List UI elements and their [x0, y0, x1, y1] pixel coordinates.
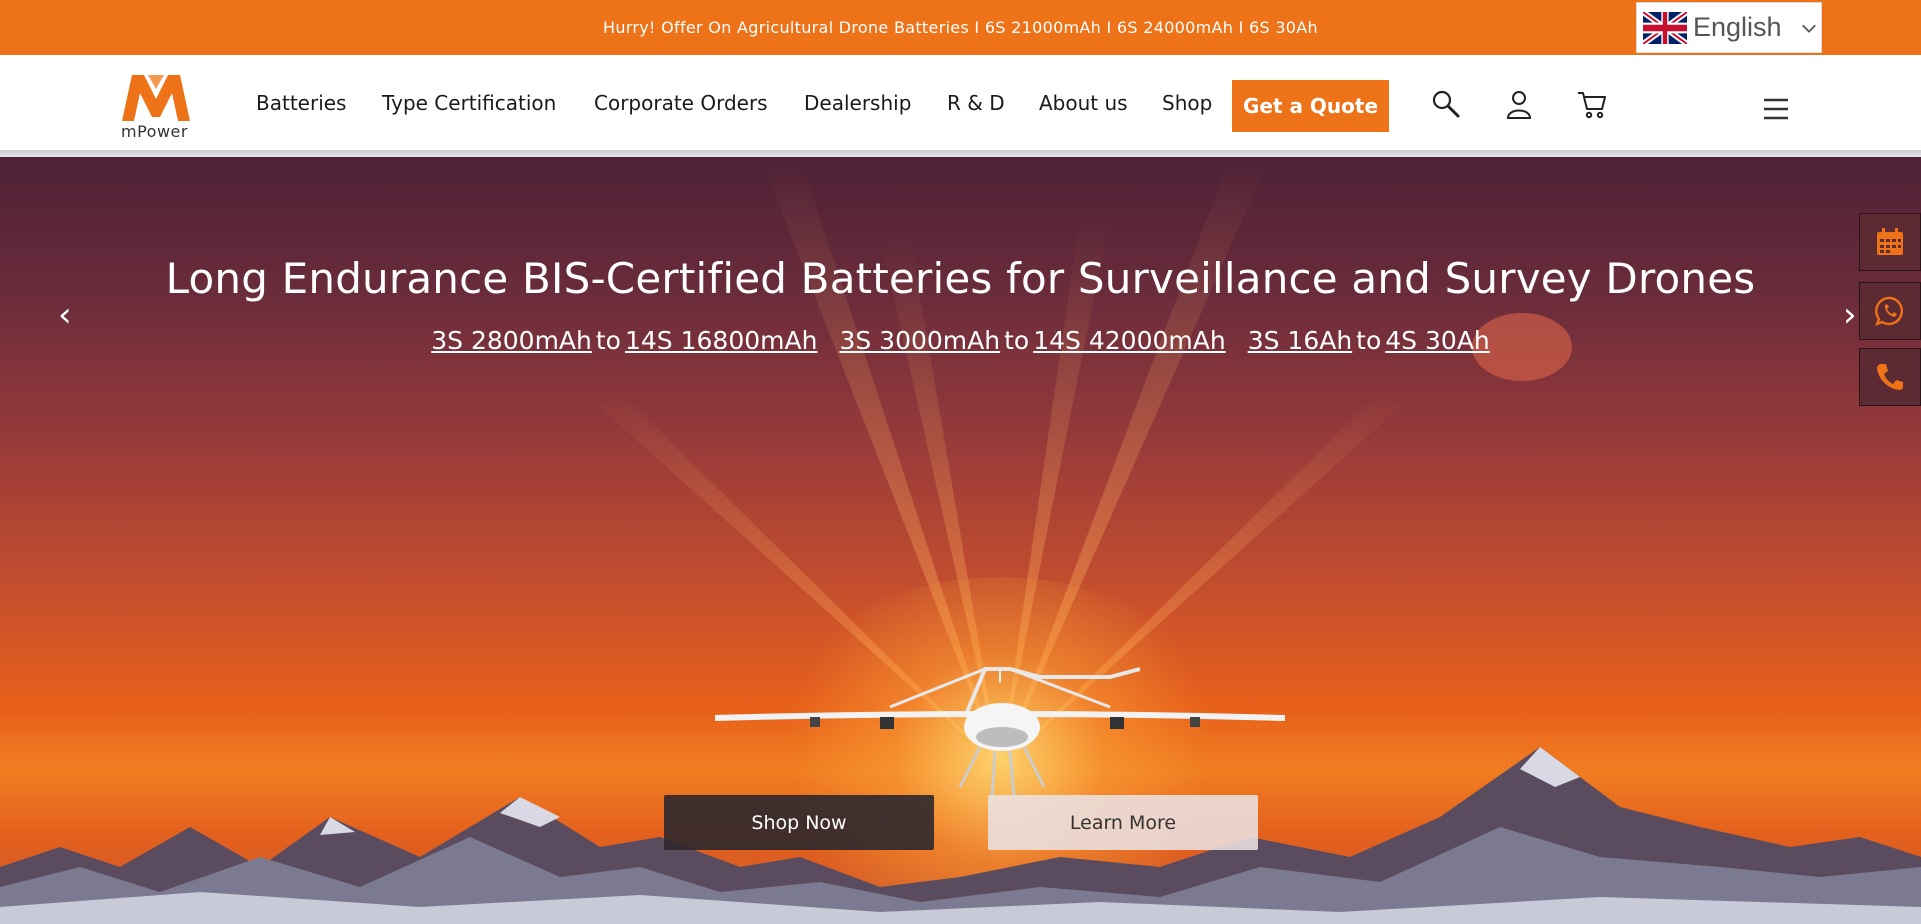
- learn-more-button[interactable]: Learn More: [988, 795, 1258, 850]
- hero-title: Long Endurance BIS-Certified Batteries f…: [165, 254, 1756, 303]
- site-header: mPower Batteries Type Certification Corp…: [0, 55, 1921, 150]
- carousel-prev-arrow[interactable]: ‹: [58, 298, 72, 332]
- announcement-text: Hurry! Offer On Agricultural Drone Batte…: [603, 18, 1318, 37]
- side-calendar-button[interactable]: [1859, 213, 1921, 271]
- capacity-ranges: 3S 2800mAh to 14S 16800mAh 3S 3000mAh to 14S …: [0, 326, 1921, 355]
- range-2-from-link[interactable]: 3S 3000mAh: [839, 326, 1000, 355]
- logo-text: mPower: [121, 122, 188, 141]
- language-label: English: [1693, 12, 1782, 42]
- hero-banner: Long Endurance BIS-Certified Batteries f…: [0, 157, 1921, 924]
- nav-shop[interactable]: Shop: [1162, 91, 1212, 115]
- get-a-quote-button[interactable]: Get a Quote: [1232, 80, 1389, 132]
- menu-icon[interactable]: [1760, 93, 1792, 125]
- logo[interactable]: mPower: [118, 71, 194, 141]
- phone-icon: [1877, 364, 1903, 390]
- nav-about-us[interactable]: About us: [1039, 91, 1128, 115]
- nav-type-certification[interactable]: Type Certification: [382, 91, 556, 115]
- chevron-down-icon: [1801, 24, 1816, 33]
- whatsapp-icon: [1874, 296, 1903, 327]
- nav-corporate-orders[interactable]: Corporate Orders: [594, 91, 768, 115]
- nav-dealership[interactable]: Dealership: [804, 91, 911, 115]
- language-selector[interactable]: English: [1636, 2, 1822, 53]
- cart-icon[interactable]: [1576, 88, 1608, 120]
- calendar-icon: [1877, 228, 1903, 255]
- range-2-to-link[interactable]: 14S 42000mAh: [1033, 326, 1225, 355]
- range-1-from-link[interactable]: 3S 2800mAh: [431, 326, 592, 355]
- range-2-to-word: to: [1004, 326, 1030, 355]
- mpower-logo-mark: [122, 75, 190, 121]
- mountains-background: [0, 747, 1921, 924]
- range-3-from-link[interactable]: 3S 16Ah: [1248, 326, 1352, 355]
- range-1-to-word: to: [595, 326, 621, 355]
- side-phone-button[interactable]: [1859, 348, 1921, 406]
- range-3-to-word: to: [1356, 326, 1382, 355]
- announcement-bar: Hurry! Offer On Agricultural Drone Batte…: [0, 0, 1921, 55]
- user-icon[interactable]: [1503, 88, 1535, 120]
- range-1-to-link[interactable]: 14S 16800mAh: [625, 326, 817, 355]
- search-icon[interactable]: [1430, 88, 1462, 120]
- nav-r-and-d[interactable]: R & D: [947, 91, 1005, 115]
- side-whatsapp-button[interactable]: [1859, 282, 1921, 340]
- carousel-next-arrow[interactable]: ›: [1843, 298, 1857, 332]
- header-divider: [0, 150, 1921, 157]
- uk-flag-icon: [1643, 11, 1687, 44]
- range-3-to-link[interactable]: 4S 30Ah: [1385, 326, 1489, 355]
- shop-now-button[interactable]: Shop Now: [664, 795, 934, 850]
- nav-batteries[interactable]: Batteries: [256, 91, 346, 115]
